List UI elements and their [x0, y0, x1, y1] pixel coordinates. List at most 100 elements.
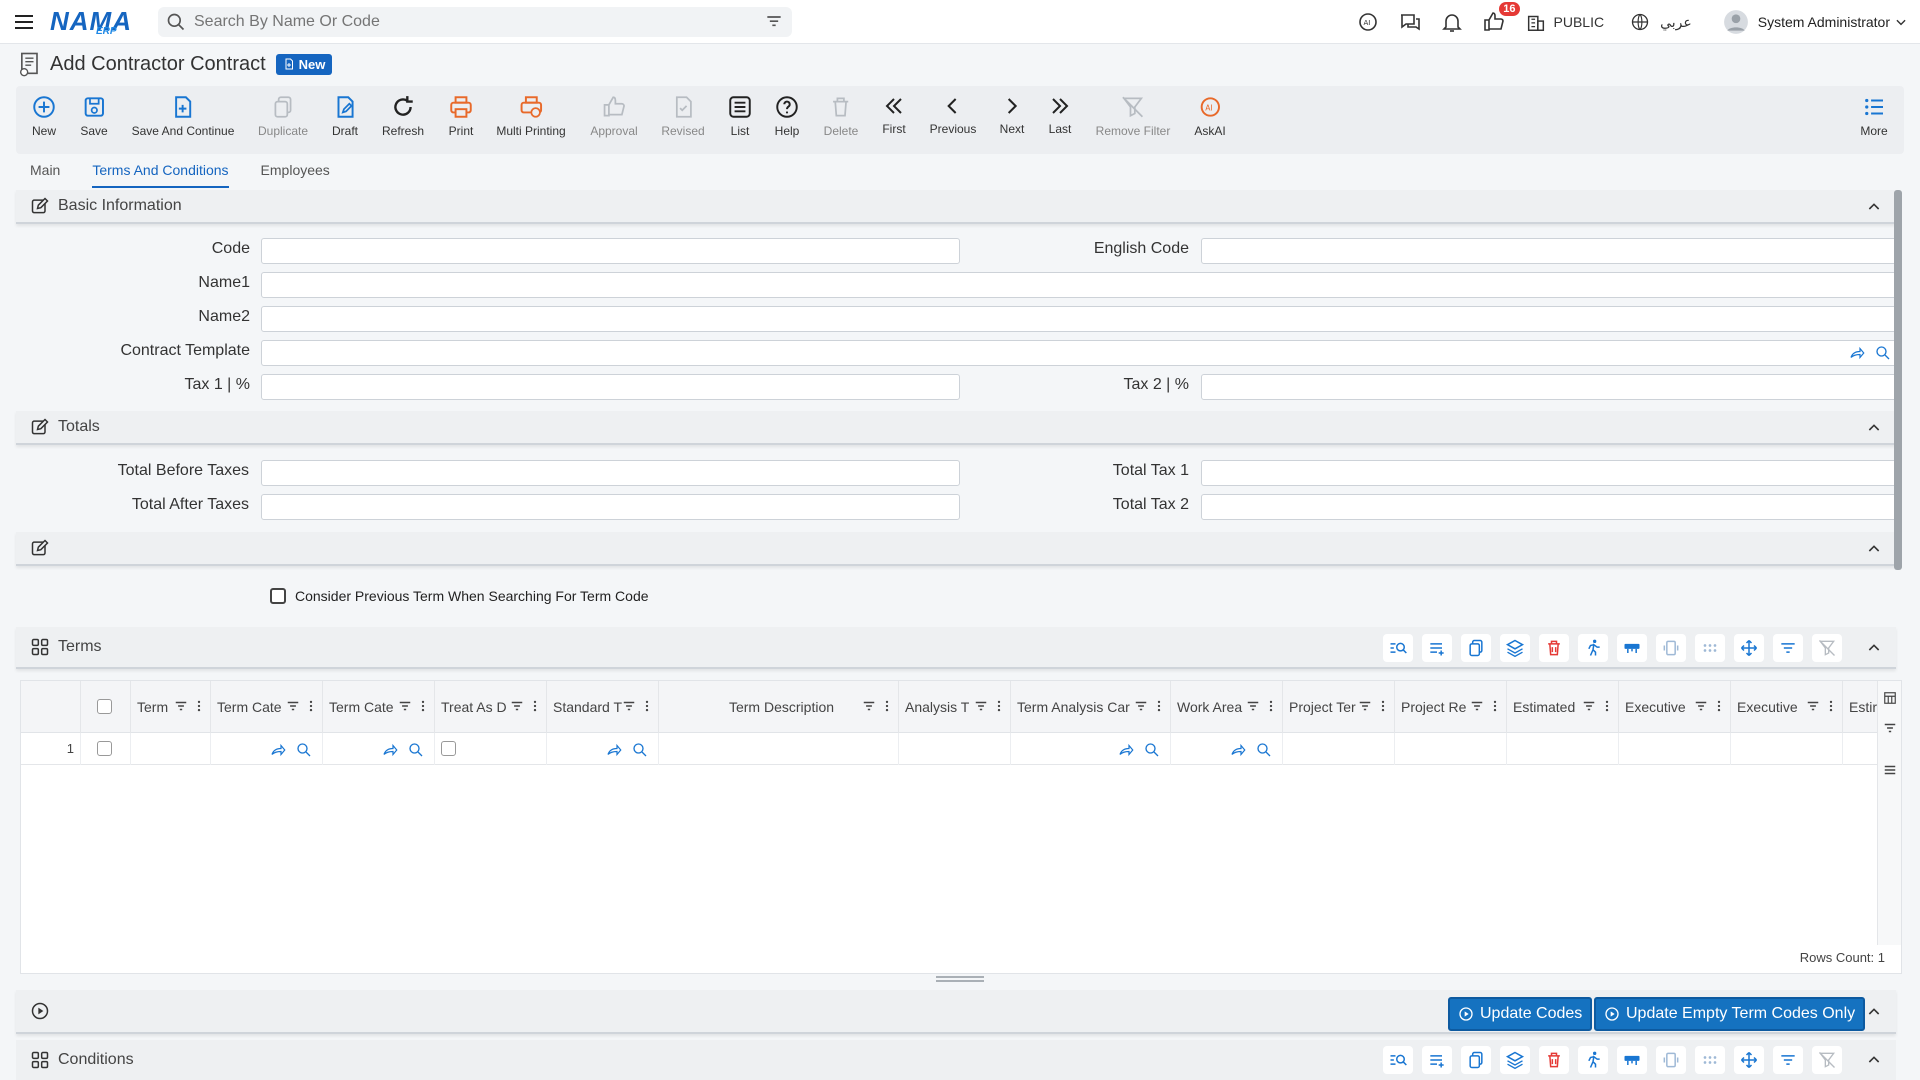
share-arrow-icon[interactable] — [605, 741, 623, 759]
column-menu-icon[interactable] — [996, 699, 1002, 713]
terms-section-header[interactable]: Terms — [16, 627, 1896, 669]
collapse-chevron-icon[interactable] — [1866, 1052, 1882, 1068]
column-header[interactable]: Project Re — [1395, 681, 1507, 733]
total-after-taxes-input[interactable] — [261, 494, 960, 520]
column-filter-icon[interactable] — [398, 699, 412, 713]
grid-dots-icon[interactable] — [1695, 634, 1725, 662]
play-circle-icon[interactable] — [30, 1001, 50, 1021]
column-menu-icon[interactable] — [308, 699, 314, 713]
refresh-button[interactable]: Refresh — [382, 94, 424, 138]
grid-copy-icon[interactable] — [1461, 1046, 1491, 1074]
column-header[interactable]: Estimated — [1507, 681, 1619, 733]
column-header[interactable]: Term Cate — [323, 681, 435, 733]
column-header[interactable]: Executive — [1619, 681, 1731, 733]
column-menu-icon[interactable] — [884, 699, 890, 713]
column-header[interactable]: Project Ter — [1283, 681, 1395, 733]
share-arrow-icon[interactable] — [381, 741, 399, 759]
row-checkbox[interactable] — [97, 741, 112, 756]
grid-run-icon[interactable] — [1578, 634, 1608, 662]
search-lookup-icon[interactable] — [295, 741, 313, 759]
tax1-input[interactable] — [261, 374, 960, 400]
nama-logo[interactable]: NAMA ERP — [50, 4, 140, 40]
tab-employees[interactable]: Employees — [261, 160, 330, 188]
name1-input[interactable] — [261, 272, 1898, 298]
contract-template-input[interactable] — [261, 340, 1898, 366]
likes-icon[interactable]: 16 — [1480, 2, 1520, 36]
search-lookup-icon[interactable] — [631, 741, 649, 759]
approval-button[interactable]: Approval — [590, 94, 638, 138]
draft-button[interactable]: Draft — [332, 94, 358, 138]
treat-as-cell[interactable] — [435, 733, 547, 765]
analysis-type-cell[interactable] — [899, 733, 1011, 765]
column-menu-icon[interactable] — [196, 699, 202, 713]
duplicate-button[interactable]: Duplicate — [258, 94, 308, 138]
grid-side-menu-icon[interactable] — [1883, 763, 1897, 777]
name2-input[interactable] — [261, 306, 1898, 332]
list-button[interactable]: List — [727, 94, 753, 138]
column-header[interactable]: Standard T — [547, 681, 659, 733]
column-header[interactable]: Treat As D — [435, 681, 547, 733]
project-re-cell[interactable] — [1395, 733, 1507, 765]
grid-search-icon[interactable] — [1383, 1046, 1413, 1074]
save-button[interactable]: Save — [80, 94, 108, 138]
totals-header[interactable]: Totals — [16, 411, 1896, 445]
more-button[interactable]: More — [1860, 94, 1888, 138]
grid-columns-icon[interactable] — [1883, 691, 1897, 705]
column-header[interactable]: Term Cate — [211, 681, 323, 733]
grid-run-icon[interactable] — [1578, 1046, 1608, 1074]
multi-printing-button[interactable]: Multi Printing — [496, 94, 566, 138]
term-category-cell[interactable] — [211, 733, 323, 765]
grid-column-icon[interactable] — [1656, 1046, 1686, 1074]
work-area-cell[interactable] — [1171, 733, 1283, 765]
column-menu-icon[interactable] — [1828, 699, 1834, 713]
column-menu-icon[interactable] — [644, 699, 650, 713]
grid-side-filter-icon[interactable] — [1883, 721, 1897, 735]
total-tax2-input[interactable] — [1201, 494, 1898, 520]
project-term-cell[interactable] — [1283, 733, 1395, 765]
tax2-input[interactable] — [1201, 374, 1898, 400]
grid-move-icon[interactable] — [1734, 634, 1764, 662]
search-input[interactable] — [194, 12, 764, 31]
collapse-chevron-icon[interactable] — [1866, 541, 1882, 557]
global-search[interactable] — [158, 6, 792, 37]
table-row[interactable]: 1 — [21, 733, 1879, 765]
column-menu-icon[interactable] — [420, 699, 426, 713]
chat-icon[interactable] — [1396, 8, 1424, 36]
term-cell[interactable] — [131, 733, 211, 765]
search-lookup-icon[interactable] — [407, 741, 425, 759]
share-arrow-icon[interactable] — [269, 741, 287, 759]
grid-layers-icon[interactable] — [1500, 1046, 1530, 1074]
column-filter-icon[interactable] — [974, 699, 988, 713]
update-codes-button[interactable]: Update Codes — [1448, 997, 1593, 1031]
collapse-chevron-icon[interactable] — [1866, 1004, 1882, 1020]
user-menu-chevron-icon[interactable] — [1894, 15, 1908, 29]
grid-dots-icon[interactable] — [1695, 1046, 1725, 1074]
remove-filter-button[interactable]: Remove Filter — [1096, 94, 1170, 138]
collapse-chevron-icon[interactable] — [1866, 199, 1882, 215]
grid-insert-row-icon[interactable] — [1617, 634, 1647, 662]
grid-filter-icon[interactable] — [1773, 1046, 1803, 1074]
column-header[interactable]: Term Analysis Car — [1011, 681, 1171, 733]
standard-term-cell[interactable] — [547, 733, 659, 765]
avatar[interactable] — [1722, 8, 1750, 36]
collapse-chevron-icon[interactable] — [1866, 640, 1882, 656]
column-filter-icon[interactable] — [862, 699, 876, 713]
column-filter-icon[interactable] — [174, 699, 188, 713]
column-menu-icon[interactable] — [1380, 699, 1386, 713]
term-analysis-card-cell[interactable] — [1011, 733, 1171, 765]
search-lookup-icon[interactable] — [1255, 741, 1273, 759]
workspace-label[interactable]: PUBLIC — [1554, 14, 1605, 30]
notifications-bell-icon[interactable] — [1438, 8, 1466, 36]
grid-add-rows-icon[interactable] — [1422, 1046, 1452, 1074]
grid-delete-icon[interactable] — [1539, 1046, 1569, 1074]
total-before-taxes-input[interactable] — [261, 460, 960, 486]
executive-cell[interactable] — [1619, 733, 1731, 765]
grid-insert-row-icon[interactable] — [1617, 1046, 1647, 1074]
select-all-checkbox[interactable] — [97, 699, 112, 714]
column-filter-icon[interactable] — [286, 699, 300, 713]
tab-main[interactable]: Main — [30, 160, 60, 188]
column-header[interactable]: Term Description — [659, 681, 899, 733]
grid-search-icon[interactable] — [1383, 634, 1413, 662]
ai-assistant-icon[interactable]: AI — [1354, 8, 1382, 36]
column-filter-icon[interactable] — [510, 699, 524, 713]
